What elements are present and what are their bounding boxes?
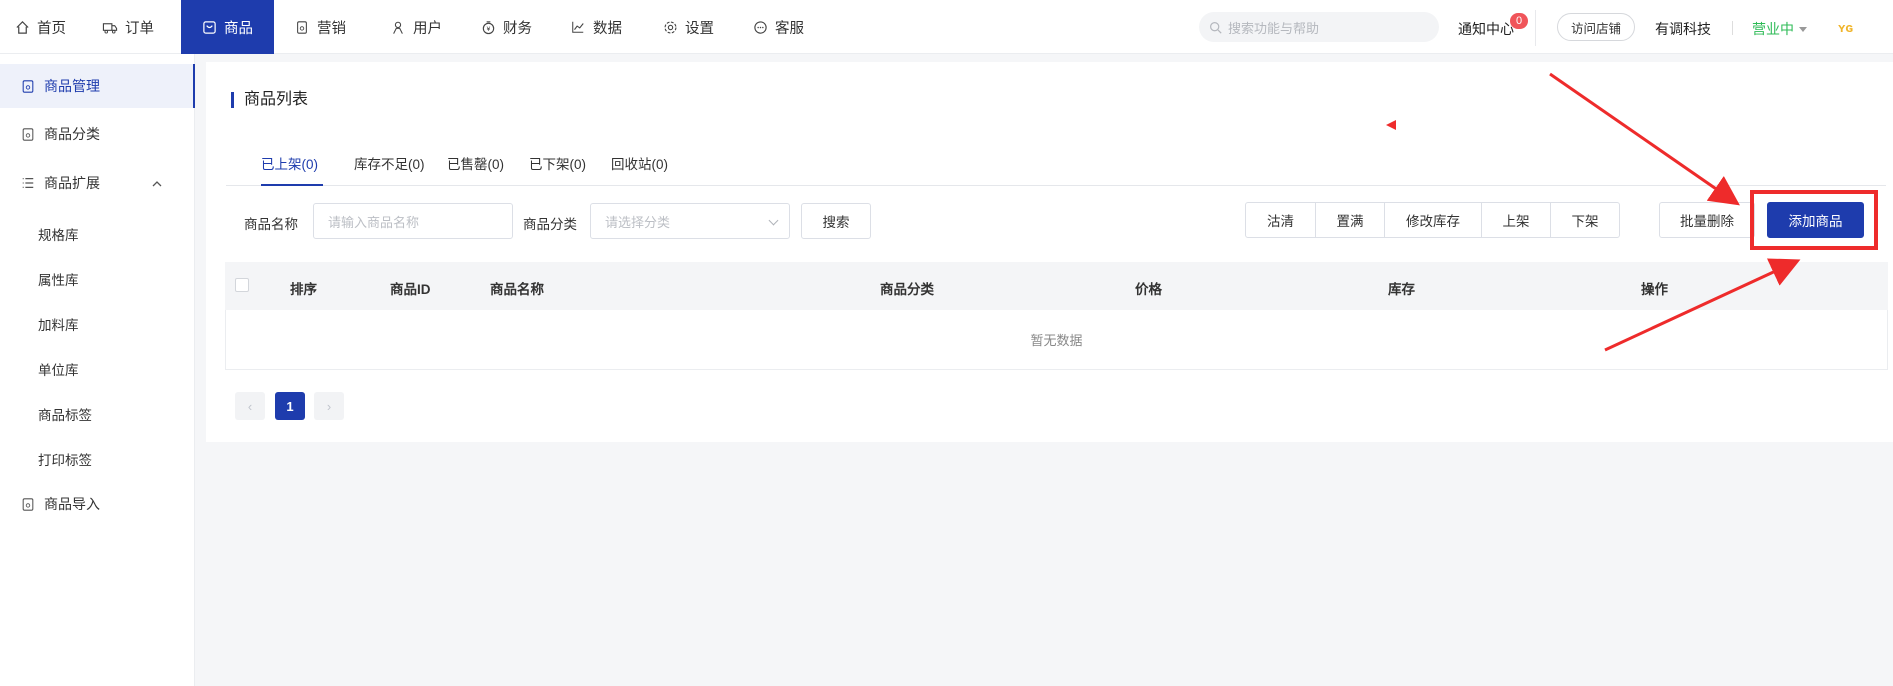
page-title: 商品列表 [231, 92, 308, 108]
gear-icon [662, 19, 678, 35]
col-price: 价格 [1135, 282, 1162, 297]
main-nav: 首页 订单 商品 营销 用户 ¥ 财务 数据 设置 客服 [0, 0, 828, 54]
sidebar-subitem-addon[interactable]: 加料库 [38, 314, 79, 334]
product-category-label: 商品分类 [523, 217, 577, 232]
product-name-input[interactable]: 请输入商品名称 [313, 203, 513, 239]
product-name-label: 商品名称 [244, 217, 298, 232]
chevron-down-icon [768, 215, 779, 226]
nav-finance[interactable]: ¥ 财务 [460, 0, 552, 54]
main-panel: 商品列表 已上架(0) 库存不足(0) 已售罄(0) 已下架(0) 回收站(0)… [206, 62, 1893, 442]
table-body: 暂无数据 [225, 310, 1888, 370]
visit-store-button[interactable]: 访问店铺 [1557, 13, 1635, 41]
sidebar-item-product-extend[interactable]: 商品扩展 [0, 161, 195, 205]
notification-center[interactable]: 通知中心 [1458, 19, 1514, 39]
next-page-button[interactable]: › [314, 392, 344, 420]
truck-icon [102, 19, 118, 35]
top-navbar: 首页 订单 商品 营销 用户 ¥ 财务 数据 设置 客服 搜索功能与帮助 通知中… [0, 0, 1893, 54]
nav-service[interactable]: 客服 [736, 0, 828, 54]
edit-stock-button[interactable]: 修改库存 [1384, 203, 1481, 237]
prev-page-button[interactable]: ‹ [235, 392, 265, 420]
sidebar-item-product-import[interactable]: 商品导入 [0, 482, 195, 526]
fill-stock-button[interactable]: 置满 [1315, 203, 1384, 237]
tab-off-shelf[interactable]: 已下架(0) [529, 154, 586, 186]
search-input[interactable]: 搜索功能与帮助 [1199, 12, 1439, 42]
user-icon [390, 19, 406, 35]
empty-state: 暂无数据 [1030, 333, 1083, 348]
import-icon [20, 496, 36, 512]
sidebar-item-product-category[interactable]: 商品分类 [0, 112, 195, 156]
col-stock: 库存 [1388, 282, 1415, 297]
page-1-button[interactable]: 1 [275, 392, 305, 420]
search-icon [1209, 21, 1222, 34]
chart-icon [570, 19, 586, 35]
highlight-box [1750, 190, 1878, 250]
sidebar-subitem-unit[interactable]: 单位库 [38, 359, 79, 379]
svg-text:¥: ¥ [486, 25, 490, 32]
status-tabs: 已上架(0) 库存不足(0) 已售罄(0) 已下架(0) 回收站(0) [226, 154, 1886, 186]
user-avatar-logo[interactable]: ʏɢ [1838, 20, 1853, 35]
col-category: 商品分类 [880, 282, 934, 297]
col-actions: 操作 [1641, 282, 1668, 297]
nav-settings[interactable]: 设置 [644, 0, 736, 54]
tab-on-sale[interactable]: 已上架(0) [261, 154, 323, 186]
chat-icon [752, 19, 768, 35]
nav-orders[interactable]: 订单 [88, 0, 181, 54]
col-product-id: 商品ID [390, 282, 431, 297]
product-manage-icon [20, 78, 36, 94]
search-button[interactable]: 搜索 [801, 203, 871, 239]
list-icon [20, 175, 36, 191]
sidebar-subitem-tags[interactable]: 商品标签 [38, 404, 92, 424]
category-icon [20, 126, 36, 142]
col-product-name: 商品名称 [490, 282, 544, 297]
nav-home[interactable]: 首页 [0, 0, 88, 54]
take-off-shelf-button[interactable]: 下架 [1550, 203, 1619, 237]
tab-recycle-bin[interactable]: 回收站(0) [611, 154, 668, 186]
sidebar-subitem-spec[interactable]: 规格库 [38, 224, 79, 244]
business-status-dropdown[interactable]: 营业中 [1752, 19, 1807, 39]
stock-action-group: 沽清 置满 修改库存 上架 下架 [1245, 202, 1620, 238]
divider [1535, 10, 1536, 46]
chevron-down-icon [1799, 26, 1807, 32]
col-sort: 排序 [290, 282, 317, 297]
product-icon [201, 19, 217, 35]
notification-badge: 0 [1510, 13, 1528, 29]
select-all-checkbox[interactable] [235, 278, 249, 292]
sold-out-button[interactable]: 沽清 [1246, 203, 1315, 237]
sidebar-item-product-manage[interactable]: 商品管理 [0, 64, 195, 108]
sidebar-subitem-print-labels[interactable]: 打印标签 [38, 449, 92, 469]
tab-low-stock[interactable]: 库存不足(0) [354, 154, 425, 186]
batch-delete-button[interactable]: 批量删除 [1659, 202, 1755, 238]
nav-products[interactable]: 商品 [181, 0, 274, 54]
product-category-select[interactable]: 请选择分类 [590, 203, 790, 239]
sidebar: 商品管理 商品分类 商品扩展 规格库 属性库 加料库 单位库 商品标签 打印标签… [0, 54, 195, 686]
divider [1732, 21, 1733, 35]
nav-users[interactable]: 用户 [368, 0, 460, 54]
home-icon [14, 19, 30, 35]
marketing-icon [294, 19, 310, 35]
nav-data[interactable]: 数据 [552, 0, 644, 54]
chevron-up-icon [152, 175, 162, 191]
put-on-shelf-button[interactable]: 上架 [1481, 203, 1550, 237]
money-icon: ¥ [480, 19, 496, 35]
table-header: 排序 商品ID 商品名称 商品分类 价格 库存 操作 [225, 262, 1888, 310]
nav-marketing[interactable]: 营销 [274, 0, 368, 54]
tab-sold-out[interactable]: 已售罄(0) [447, 154, 504, 186]
sidebar-subitem-attribute[interactable]: 属性库 [38, 269, 79, 289]
company-name[interactable]: 有调科技 [1655, 19, 1711, 39]
